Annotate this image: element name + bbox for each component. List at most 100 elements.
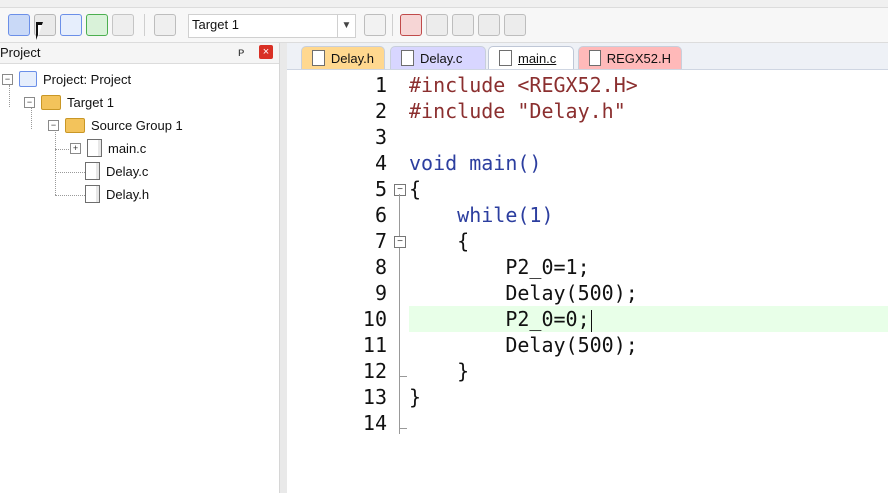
code-line[interactable]: void main() (409, 150, 888, 176)
project-panel-header: Project ᴘ × (0, 43, 279, 64)
toolbar-separator (392, 14, 393, 36)
code-line[interactable]: { (409, 176, 888, 202)
options-icon[interactable] (400, 14, 422, 36)
tab-main-c[interactable]: main.c (488, 46, 574, 69)
code-line[interactable]: } (409, 358, 888, 384)
mouse-cursor-icon (36, 22, 43, 40)
line-number: 11 (362, 333, 387, 357)
code-line[interactable] (409, 124, 888, 150)
tab-delay-h[interactable]: Delay.h (301, 46, 385, 69)
project-panel: Project ᴘ × − Project: Project − Target … (0, 43, 280, 493)
fold-guide (399, 428, 407, 429)
tree-item-target[interactable]: − Target 1 (24, 92, 114, 112)
code-line[interactable] (409, 410, 888, 436)
line-number: 9 (374, 281, 387, 305)
line-number: 6 (374, 203, 387, 227)
stop-build-icon[interactable] (112, 14, 134, 36)
code-line[interactable]: P2_0=1; (409, 254, 888, 280)
line-number: 13 (362, 385, 387, 409)
expand-icon[interactable]: + (70, 142, 81, 154)
code-text: } (409, 359, 470, 383)
line-number: 2 (374, 99, 387, 123)
tab-delay-c[interactable]: Delay.c (390, 46, 486, 69)
tree-line (55, 129, 56, 195)
code-line[interactable]: while(1) (409, 202, 888, 228)
code-text: } (409, 385, 422, 409)
line-number: 8 (374, 255, 387, 279)
code-line[interactable]: #include <REGX52.H> (409, 72, 888, 98)
folder-icon (65, 117, 85, 133)
wand-icon[interactable] (364, 14, 386, 36)
file-icon (85, 185, 100, 203)
toolbar: ▼ Target 1 (0, 8, 888, 43)
pin-icon[interactable]: ᴘ (238, 45, 244, 59)
target-label: Target 1 (192, 17, 239, 32)
tree-item-label: Project: Project (43, 71, 132, 87)
tree-line (55, 172, 85, 173)
tree-line (55, 149, 69, 150)
download-icon[interactable] (8, 14, 30, 36)
top-strip (0, 0, 888, 8)
collapse-icon[interactable]: − (2, 73, 13, 85)
tree-item-label: Delay.h (106, 186, 150, 202)
code-line[interactable]: { (409, 228, 888, 254)
chevron-down-icon[interactable]: ▼ (337, 15, 355, 37)
close-icon[interactable]: × (259, 45, 273, 59)
code-text: Delay(500); (409, 281, 638, 305)
load-icon[interactable] (154, 14, 176, 36)
collapse-icon[interactable]: − (24, 96, 35, 108)
code-text: #include <REGX52.H> (409, 73, 638, 97)
file-icon (499, 50, 512, 66)
code-text: #include "Delay.h" (409, 99, 626, 123)
file-icon (312, 50, 325, 66)
code-editor[interactable]: − − 1 2 3 4 5 6 7 8 9 10 11 12 13 14 #in… (287, 70, 888, 493)
line-number: 14 (362, 411, 387, 435)
tree-line (55, 195, 85, 196)
code-line-current[interactable]: P2_0=0; (409, 306, 888, 332)
code-text: P2_0=1; (409, 255, 590, 279)
rebuild-icon[interactable] (60, 14, 82, 36)
batch-build-icon[interactable] (86, 14, 108, 36)
line-number: 7 (374, 229, 387, 253)
panel-title: Project (0, 45, 41, 60)
tree-item-source-group[interactable]: − Source Group 1 (48, 115, 183, 135)
fold-guide (399, 194, 400, 434)
tree-item-label: Source Group 1 (91, 117, 183, 133)
file-icon (401, 50, 414, 66)
tree-item-label: Target 1 (67, 94, 114, 110)
code-line[interactable]: Delay(500); (409, 332, 888, 358)
editor-tabs: Delay.h Delay.c main.c REGX52.H (287, 43, 888, 70)
code-line[interactable]: #include "Delay.h" (409, 98, 888, 124)
manage-icon[interactable] (426, 14, 448, 36)
file-icon (85, 162, 100, 180)
code-text: Delay(500); (409, 333, 638, 357)
code-text: { (409, 229, 470, 253)
tool-icon[interactable] (478, 14, 500, 36)
code-line[interactable]: } (409, 384, 888, 410)
settings-icon[interactable] (452, 14, 474, 36)
file-icon (87, 139, 102, 157)
tree-item-label: main.c (108, 140, 147, 156)
tree-item-delay-h[interactable]: Delay.h (85, 184, 149, 204)
code-text: { (409, 177, 422, 201)
code-line[interactable]: Delay(500); (409, 280, 888, 306)
fold-toggle-icon[interactable]: − (394, 236, 406, 248)
line-number: 4 (374, 151, 387, 175)
tree-item-delay-c[interactable]: Delay.c (85, 161, 148, 181)
text-caret (590, 309, 592, 332)
code-text: P2_0=0; (409, 307, 590, 331)
line-number: 1 (374, 73, 387, 97)
tab-label: main.c (518, 50, 557, 66)
layout-icon[interactable] (504, 14, 526, 36)
collapse-icon[interactable]: − (48, 119, 59, 131)
code-text: while(1) (409, 203, 554, 227)
line-number: 12 (362, 359, 387, 383)
code-text: void main() (409, 151, 542, 175)
tree-item-main-c[interactable]: + main.c (70, 138, 146, 158)
tab-regx52-h[interactable]: REGX52.H (578, 46, 682, 69)
line-number: 10 (362, 307, 387, 331)
code-area[interactable]: #include <REGX52.H> #include "Delay.h" v… (409, 70, 888, 493)
fold-toggle-icon[interactable]: − (394, 184, 406, 196)
tree-item-project[interactable]: − Project: Project (2, 69, 131, 89)
tab-label: Delay.c (420, 50, 463, 66)
